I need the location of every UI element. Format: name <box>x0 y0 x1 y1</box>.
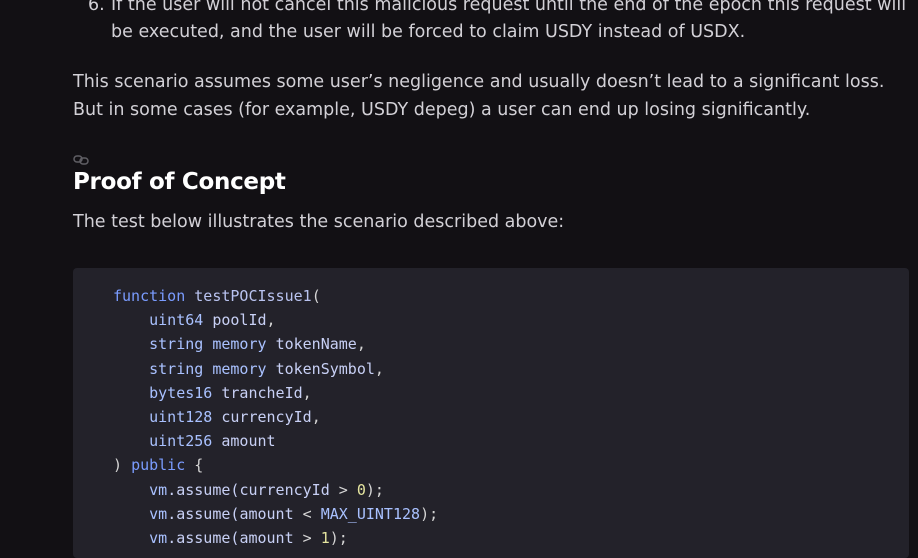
code-method: .assume( <box>167 504 240 523</box>
code-keyword: public <box>131 456 186 475</box>
code-type: bytes16 <box>149 383 213 402</box>
code-method: .assume( <box>167 529 240 548</box>
code-punctuation: { <box>194 456 204 475</box>
code-punctuation: ); <box>420 504 439 523</box>
code-punctuation: ); <box>329 529 348 548</box>
code-function-name: testPOCIssue1 <box>194 287 312 305</box>
code-object: vm <box>149 480 168 499</box>
code-constant: MAX_UINT128 <box>320 504 421 523</box>
code-keyword: function <box>113 287 186 305</box>
list-number: 6. <box>88 0 105 15</box>
code-line: uint64 poolId, <box>113 308 438 332</box>
code-type: uint256 <box>149 432 213 451</box>
code-identifier: currencyId <box>239 480 330 499</box>
code-punctuation: , <box>302 383 312 402</box>
code-method: .assume( <box>167 480 240 499</box>
list-item-text: If the user will not cancel this malicio… <box>111 0 907 42</box>
code-identifier: amount <box>239 529 294 548</box>
code-block: function testPOCIssue1( uint64 poolId, s… <box>73 268 909 558</box>
code-object: vm <box>149 504 168 523</box>
code-line: ) public { <box>113 453 438 477</box>
code-type: uint64 <box>149 311 204 330</box>
code-type: string memory <box>149 359 267 378</box>
link-icon[interactable] <box>73 154 89 166</box>
code-punctuation: ); <box>365 480 384 499</box>
code-identifier: tokenSymbol <box>275 359 375 378</box>
code-identifier: amount <box>221 432 276 451</box>
code-operator: > <box>329 480 357 499</box>
code-line: string memory tokenName, <box>113 332 438 356</box>
code-line: vm.assume(currencyId > 0); <box>113 478 438 502</box>
section-intro: The test below illustrates the scenario … <box>73 212 565 232</box>
code-punctuation: ) <box>113 456 123 475</box>
code-number: 1 <box>320 529 330 548</box>
code-identifier: currencyId <box>221 408 312 427</box>
code-punctuation: ( <box>311 287 321 305</box>
code-operator: < <box>293 504 321 523</box>
code-line: bytes16 trancheId, <box>113 381 438 405</box>
scenario-paragraph: This scenario assumes some user’s neglig… <box>73 72 885 120</box>
code-identifier: poolId <box>212 311 267 330</box>
code-punctuation: , <box>266 311 276 330</box>
code-number: 0 <box>356 480 366 499</box>
code-punctuation: , <box>311 408 321 427</box>
code-content: function testPOCIssue1( uint64 poolId, s… <box>113 284 438 550</box>
code-identifier: tokenName <box>275 335 357 354</box>
code-line: uint128 currencyId, <box>113 405 438 429</box>
code-type: uint128 <box>149 408 213 427</box>
code-operator: > <box>293 529 321 548</box>
list-item-6: 6. If the user will not cancel this mali… <box>88 0 908 46</box>
code-identifier: trancheId <box>221 383 303 402</box>
code-line: function testPOCIssue1( <box>113 284 438 308</box>
code-identifier: amount <box>239 504 294 523</box>
code-type: string memory <box>149 335 267 354</box>
section-heading: Proof of Concept <box>73 169 286 195</box>
code-line: uint256 amount <box>113 429 438 453</box>
code-object: vm <box>149 529 168 548</box>
code-line: string memory tokenSymbol, <box>113 357 438 381</box>
code-punctuation: , <box>374 359 384 378</box>
code-line: vm.assume(amount < MAX_UINT128); <box>113 502 438 526</box>
code-punctuation: , <box>356 335 366 354</box>
